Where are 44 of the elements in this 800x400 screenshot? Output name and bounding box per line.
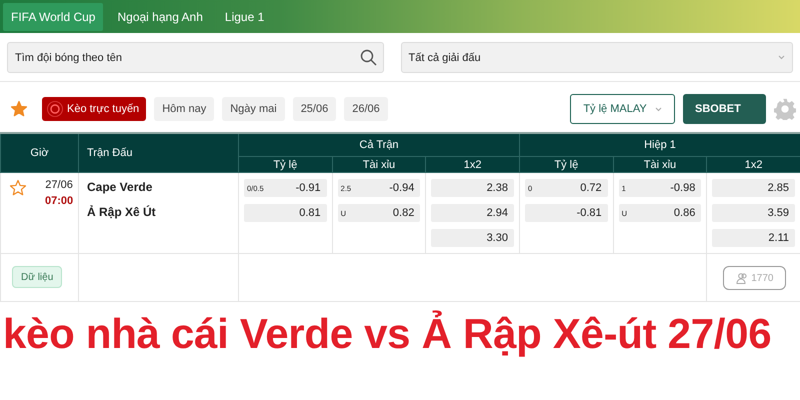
people-icon: [736, 272, 748, 284]
page-caption: kèo nhà cái Verde vs Ả Rập Xê-út 27/06: [2, 309, 772, 358]
chevron-icon: [654, 106, 662, 112]
search-field[interactable]: Tìm đội bóng theo tên: [7, 42, 384, 73]
odds-cell[interactable]: 2.38: [431, 179, 514, 197]
column-group-header: Hiệp 1: [518, 134, 800, 157]
column-header: Tỷ lệ: [518, 157, 613, 173]
column-header: Trận Đấu: [78, 134, 238, 173]
settings-icon[interactable]: [774, 98, 796, 120]
odds-cell[interactable]: 3.59: [712, 204, 795, 222]
live-odds-button[interactable]: Kèo trực tuyến: [42, 97, 146, 121]
odds-cell[interactable]: 0.81: [244, 204, 327, 222]
odds-cell[interactable]: 2.94: [431, 204, 514, 222]
date-chip[interactable]: Ngày mai: [222, 97, 285, 121]
star-icon[interactable]: [10, 100, 28, 118]
odds-cell[interactable]: -0.81: [524, 204, 608, 222]
column-header: Tỷ lệ: [238, 157, 332, 173]
date-chip[interactable]: 26/06: [344, 97, 388, 121]
column-group-header: Cả Trận: [238, 134, 519, 157]
column-header: Giờ: [0, 134, 78, 173]
bookmaker-dropdown[interactable]: SBOBET: [683, 94, 766, 124]
league-tab[interactable]: Ligue 1: [216, 2, 272, 30]
column-header: Tài xỉu: [332, 157, 426, 173]
search-icon[interactable]: [360, 49, 376, 66]
odds-format-dropdown[interactable]: Tỷ lệ MALAY: [570, 94, 675, 124]
odds-cell[interactable]: 3.30: [431, 229, 514, 247]
league-tab[interactable]: Ngoại hạng Anh: [109, 2, 211, 30]
odds-cell[interactable]: 2.85: [712, 179, 795, 197]
home-team: Cape Verde: [87, 180, 154, 194]
away-team: Ả Rập Xê Út: [87, 205, 157, 219]
match-date: 27/06: [45, 179, 73, 191]
date-chip[interactable]: Hôm nay: [154, 97, 214, 121]
chevron-icon: [778, 55, 785, 60]
league-tab[interactable]: FIFA World Cup: [3, 2, 104, 30]
date-chip[interactable]: 25/06: [292, 97, 336, 121]
match-time: 07:00: [45, 195, 74, 207]
record-icon: [47, 101, 63, 117]
league-dropdown[interactable]: Tất cả giải đấu: [400, 42, 793, 73]
column-header: 1x2: [706, 157, 800, 173]
odds-cell[interactable]: 2.11: [712, 229, 795, 247]
data-button[interactable]: Dữ liệu: [12, 266, 62, 288]
column-header: Tài xỉu: [612, 157, 706, 173]
column-header: 1x2: [425, 157, 519, 173]
favorite-star-icon[interactable]: [9, 179, 27, 197]
